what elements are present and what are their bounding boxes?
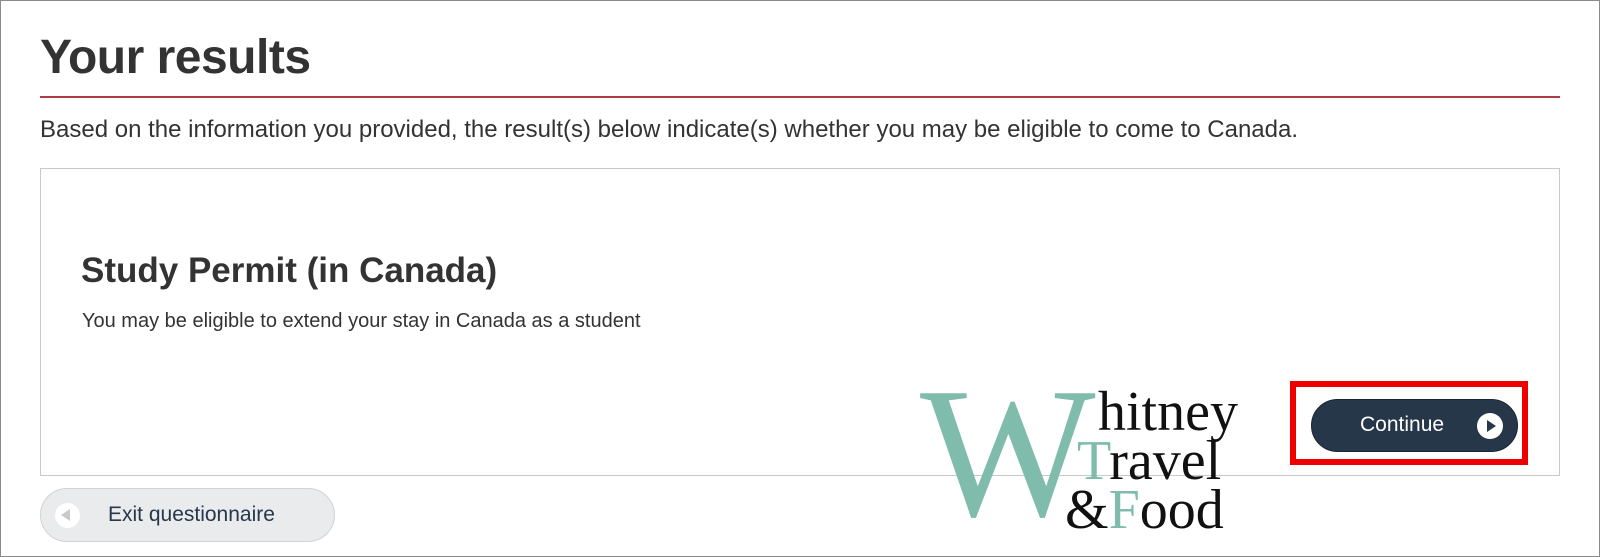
watermark-line-3: &Food [1065,479,1224,541]
result-description: You may be eligible to extend your stay … [82,310,641,332]
continue-label: Continue [1360,413,1445,436]
exit-questionnaire-label: Exit questionnaire [108,503,275,526]
title-divider [40,96,1560,98]
intro-text: Based on the information you provided, t… [40,116,1299,143]
page-title: Your results [40,31,311,84]
result-title: Study Permit (in Canada) [81,251,498,290]
continue-button[interactable]: Continue [1311,399,1518,452]
play-circle-icon [1477,413,1503,439]
exit-questionnaire-button[interactable]: Exit questionnaire [40,488,335,542]
watermark-logo: W hitney Travel &Food [920,360,1280,546]
back-circle-icon [55,503,80,528]
